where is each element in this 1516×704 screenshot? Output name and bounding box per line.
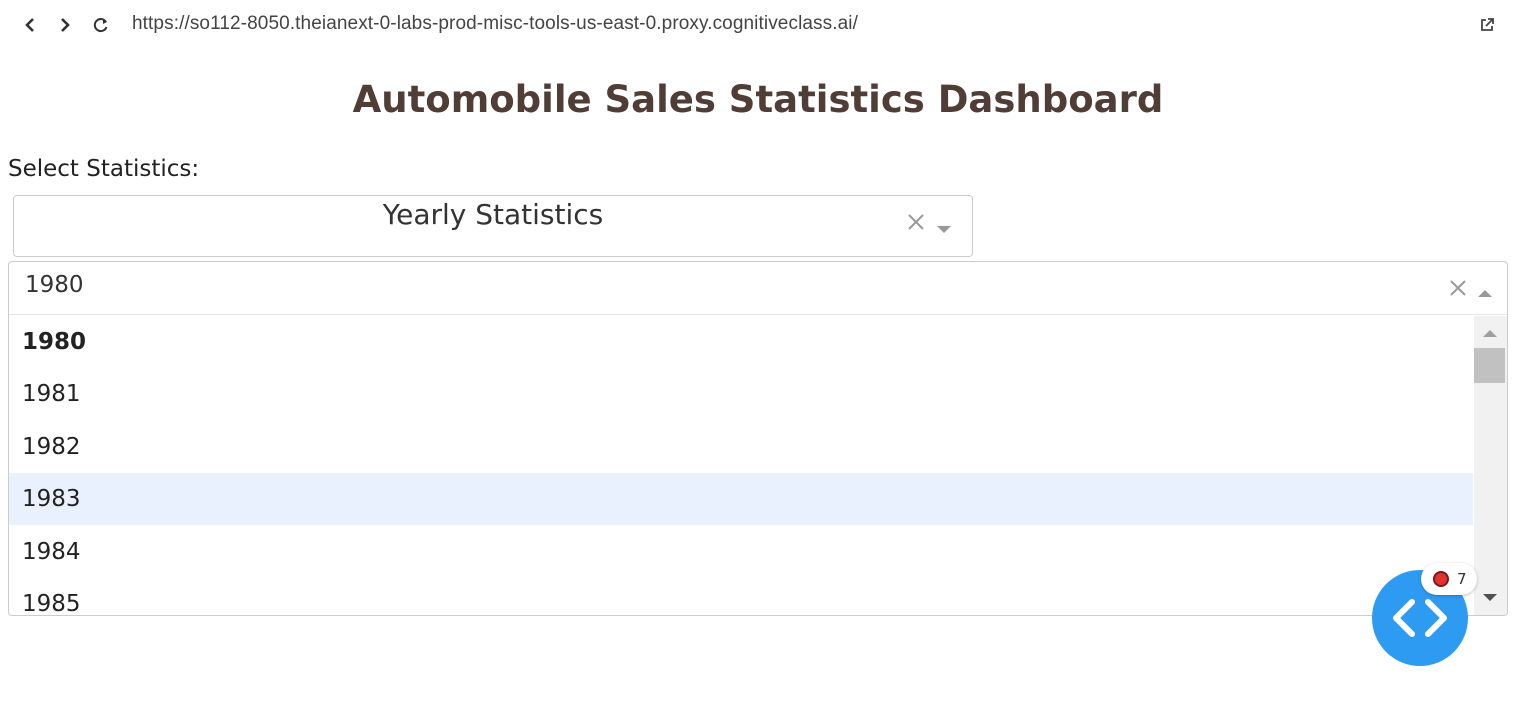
year-clear-button[interactable] <box>1448 278 1468 302</box>
error-badge[interactable]: 7 <box>1421 563 1477 595</box>
error-count: 7 <box>1457 570 1467 588</box>
open-external-button[interactable] <box>1476 14 1498 36</box>
caret-down-icon <box>1483 594 1497 601</box>
caret-down-icon <box>937 226 951 233</box>
caret-up-icon <box>1483 330 1497 337</box>
reload-button[interactable] <box>90 14 112 36</box>
chevron-right-icon <box>61 18 70 32</box>
close-icon <box>1450 280 1466 296</box>
close-icon <box>908 214 924 230</box>
url-text[interactable]: https://so112-8050.theianext-0-labs-prod… <box>132 13 858 35</box>
external-link-icon <box>1481 18 1494 31</box>
statistics-dropdown-value: Yearly Statistics <box>382 198 604 231</box>
year-dropdown-arrow[interactable] <box>1477 283 1493 302</box>
reload-icon <box>93 18 108 33</box>
year-dropdown-control[interactable]: 1980 <box>9 262 1507 315</box>
forward-button[interactable] <box>54 14 76 36</box>
statistics-dropdown-arrow[interactable] <box>936 219 952 238</box>
year-dropdown-value: 1980 <box>25 272 84 298</box>
year-dropdown-menu: 1980 1981 1982 1983 1984 1985 <box>9 316 1473 615</box>
back-button[interactable] <box>19 14 41 36</box>
statistics-dropdown[interactable]: Yearly Statistics <box>13 195 973 257</box>
code-icon <box>1393 599 1447 637</box>
chevron-left-icon <box>25 18 34 32</box>
year-option[interactable]: 1983 <box>9 473 1473 525</box>
scrollbar-thumb[interactable] <box>1474 348 1505 383</box>
year-dropdown[interactable]: 1980 1980 1981 1982 1983 1984 1985 <box>8 261 1508 616</box>
statistics-clear-button[interactable] <box>906 212 926 236</box>
scroll-down-button[interactable] <box>1474 590 1506 609</box>
browser-toolbar: https://so112-8050.theianext-0-labs-prod… <box>0 0 1516 50</box>
error-icon <box>1433 571 1449 587</box>
year-option[interactable]: 1984 <box>9 526 1473 578</box>
page-title: Automobile Sales Statistics Dashboard <box>352 78 1164 121</box>
year-option[interactable]: 1980 <box>9 316 1473 368</box>
scroll-up-button[interactable] <box>1474 325 1506 345</box>
select-statistics-label: Select Statistics: <box>8 156 200 182</box>
year-option[interactable]: 1985 <box>9 578 1473 615</box>
year-option[interactable]: 1982 <box>9 421 1473 473</box>
year-option[interactable]: 1981 <box>9 368 1473 420</box>
caret-up-icon <box>1478 290 1492 297</box>
